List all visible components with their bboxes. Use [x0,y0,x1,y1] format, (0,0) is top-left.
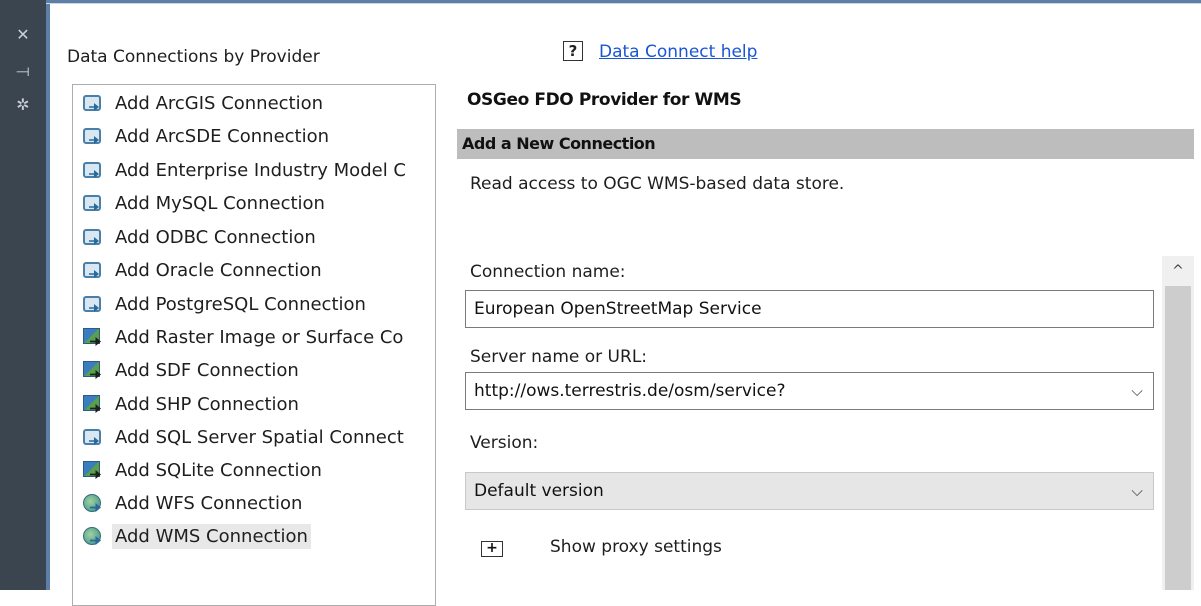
server-url-value: http://ows.terrestris.de/osm/service? [474,381,786,401]
help-icon[interactable]: ? [563,41,583,61]
provider-item-label: Add WMS Connection [112,523,311,549]
provider-item[interactable]: Add ODBC Connection [81,222,319,252]
raster-connection-icon [81,359,103,381]
provider-item-label: Add SQLite Connection [115,459,322,481]
panel-border [46,0,50,590]
database-connection-icon [81,125,103,147]
provider-title: OSGeo FDO Provider for WMS [467,90,742,110]
database-connection-icon [81,159,103,181]
provider-item-selected[interactable]: Add WMS Connection [81,521,311,551]
provider-item[interactable]: Add SHP Connection [81,389,302,419]
provider-item[interactable]: Add Raster Image or Surface Co [81,322,406,352]
database-connection-icon [81,192,103,214]
provider-item-label: Add Enterprise Industry Model C [115,159,406,181]
provider-item[interactable]: Add PostgreSQL Connection [81,289,369,319]
pin-icon[interactable]: ⟞ [0,62,46,80]
raster-connection-icon [81,393,103,415]
server-url-label: Server name or URL: [470,347,648,367]
raster-connection-icon [81,459,103,481]
provider-item-label: Add Oracle Connection [115,259,322,281]
provider-item-label: Add MySQL Connection [115,192,325,214]
scrollbar-thumb[interactable] [1165,286,1191,590]
settings-icon[interactable]: ✲ [0,96,46,114]
connection-name-input[interactable]: European OpenStreetMap Service [465,290,1154,328]
database-connection-icon [81,293,103,315]
provider-item[interactable]: Add SDF Connection [81,355,302,385]
provider-item-label: Add PostgreSQL Connection [115,293,366,315]
globe-connection-icon [81,525,103,547]
version-label: Version: [470,433,539,453]
provider-item-label: Add SHP Connection [115,393,299,415]
database-connection-icon [81,259,103,281]
connection-name-label: Connection name: [470,262,626,282]
database-connection-icon [81,426,103,448]
providers-heading: Data Connections by Provider [67,47,320,67]
provider-item[interactable]: Add MySQL Connection [81,188,328,218]
database-connection-icon [81,92,103,114]
provider-list[interactable]: Add ArcGIS Connection Add ArcSDE Connect… [72,84,436,606]
close-icon[interactable]: ✕ [0,26,46,44]
chevron-down-icon[interactable]: ⌵ [1129,473,1145,509]
version-select[interactable]: Default version ⌵ [465,472,1154,510]
server-url-combobox[interactable]: http://ows.terrestris.de/osm/service? ⌵ [465,372,1154,410]
provider-item-label: Add SDF Connection [115,359,299,381]
provider-description: Read access to OGC WMS-based data store. [470,174,845,194]
data-connect-help-link[interactable]: Data Connect help [599,42,757,62]
title-border-highlight [46,3,1201,4]
provider-item-label: Add SQL Server Spatial Connect [115,426,404,448]
chevron-down-icon[interactable]: ⌵ [1129,373,1145,409]
show-proxy-settings-toggle[interactable]: Show proxy settings [550,537,722,557]
provider-item-label: Add Raster Image or Surface Co [115,326,404,348]
provider-item[interactable]: Add SQL Server Spatial Connect [81,422,407,452]
provider-item[interactable]: Add ArcSDE Connection [81,121,332,151]
version-value: Default version [474,481,604,501]
expand-plus-icon[interactable]: + [481,541,503,557]
provider-item-label: Add ODBC Connection [115,226,316,248]
provider-item-label: Add ArcSDE Connection [115,125,330,147]
scroll-up-icon[interactable]: ^ [1162,256,1194,286]
raster-connection-icon [81,326,103,348]
globe-connection-icon [81,492,103,514]
side-toolbar: ✕ ⟞ ✲ [0,0,46,590]
provider-item-label: Add WFS Connection [115,492,303,514]
provider-item[interactable]: Add ArcGIS Connection [81,88,326,118]
provider-item[interactable]: Add WFS Connection [81,488,305,518]
provider-item[interactable]: Add SQLite Connection [81,455,325,485]
provider-item-label: Add ArcGIS Connection [115,92,324,114]
provider-item[interactable]: Add Enterprise Industry Model C [81,155,409,185]
provider-item[interactable]: Add Oracle Connection [81,255,325,285]
section-title: Add a New Connection [462,134,656,153]
database-connection-icon [81,226,103,248]
